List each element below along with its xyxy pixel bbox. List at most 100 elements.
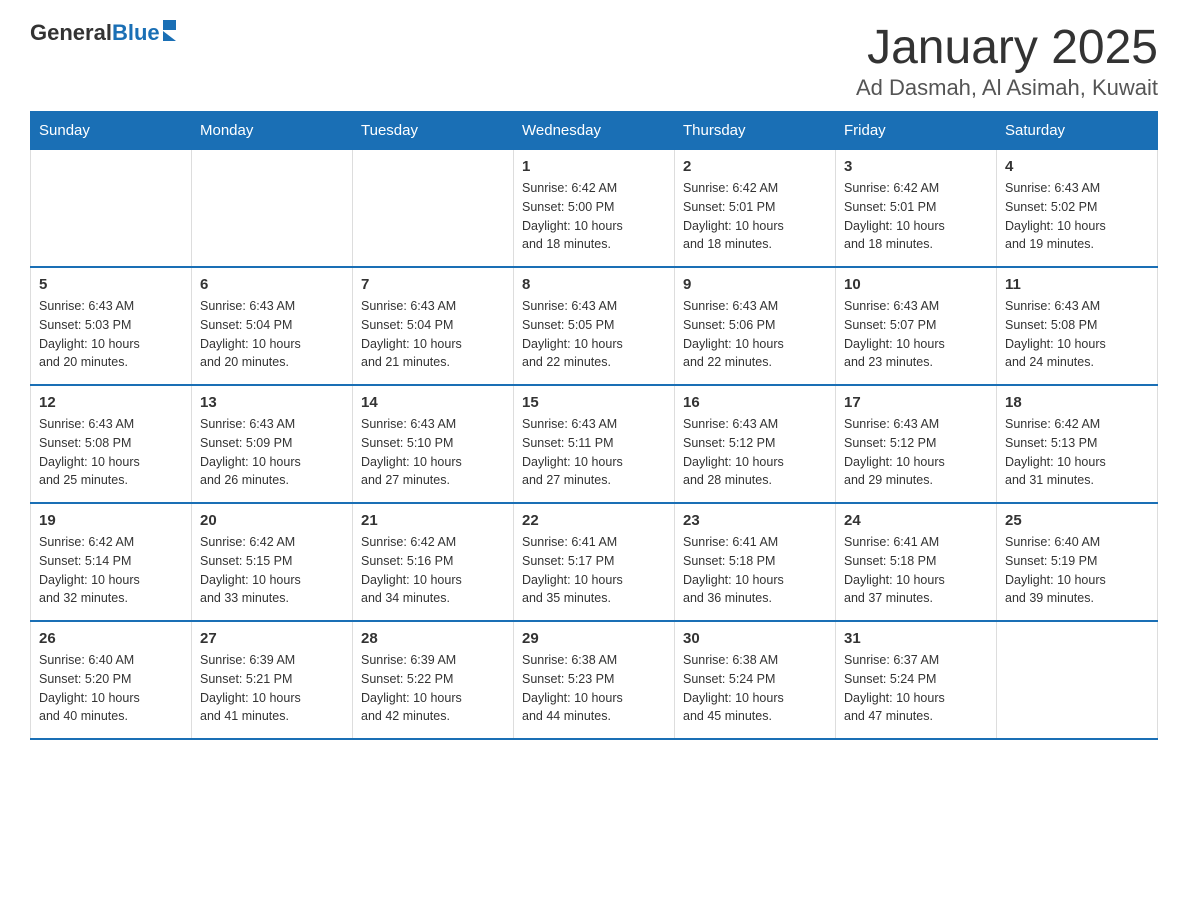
day-number: 29: [522, 630, 666, 647]
day-info: Sunrise: 6:42 AM Sunset: 5:15 PM Dayligh…: [200, 533, 344, 608]
day-info: Sunrise: 6:38 AM Sunset: 5:23 PM Dayligh…: [522, 651, 666, 726]
page-header: GeneralBlue January 2025 Ad Dasmah, Al A…: [30, 20, 1158, 101]
day-info: Sunrise: 6:42 AM Sunset: 5:01 PM Dayligh…: [683, 179, 827, 254]
day-info: Sunrise: 6:43 AM Sunset: 5:12 PM Dayligh…: [844, 415, 988, 490]
day-info: Sunrise: 6:43 AM Sunset: 5:11 PM Dayligh…: [522, 415, 666, 490]
day-number: 23: [683, 512, 827, 529]
calendar-cell: 6Sunrise: 6:43 AM Sunset: 5:04 PM Daylig…: [192, 267, 353, 385]
week-row-1: 1 Sunrise: 6:42 AM Sunset: 5:00 PM Daylig…: [31, 150, 1158, 268]
day-info: Sunrise: 6:43 AM Sunset: 5:03 PM Dayligh…: [39, 297, 183, 372]
calendar-cell: 22 Sunrise: 6:41 AM Sunset: 5:17 PM Dayli…: [514, 503, 675, 621]
day-number: 21: [361, 512, 505, 529]
header-wednesday: Wednesday: [514, 112, 675, 150]
day-number: 11: [1005, 276, 1149, 293]
week-row-2: 5 Sunrise: 6:43 AM Sunset: 5:03 PM Daylig…: [31, 267, 1158, 385]
header-saturday: Saturday: [997, 112, 1158, 150]
calendar-cell: 7 Sunrise: 6:43 AM Sunset: 5:04 PM Daylig…: [353, 267, 514, 385]
calendar-cell: 12 Sunrise: 6:43 AM Sunset: 5:08 PM Dayli…: [31, 385, 192, 503]
day-info: Sunrise: 6:39 AM Sunset: 5:22 PM Dayligh…: [361, 651, 505, 726]
day-number: 13: [200, 394, 344, 411]
calendar-cell: 1 Sunrise: 6:42 AM Sunset: 5:00 PM Daylig…: [514, 150, 675, 268]
calendar-cell: 5 Sunrise: 6:43 AM Sunset: 5:03 PM Daylig…: [31, 267, 192, 385]
day-info: Sunrise: 6:42 AM Sunset: 5:16 PM Dayligh…: [361, 533, 505, 608]
day-number: 22: [522, 512, 666, 529]
calendar-cell: 13 Sunrise: 6:43 AM Sunset: 5:09 PM Dayli…: [192, 385, 353, 503]
calendar-cell: 9 Sunrise: 6:43 AM Sunset: 5:06 PM Daylig…: [675, 267, 836, 385]
calendar-cell: 2 Sunrise: 6:42 AM Sunset: 5:01 PM Daylig…: [675, 150, 836, 268]
day-info: Sunrise: 6:43 AM Sunset: 5:07 PM Dayligh…: [844, 297, 988, 372]
day-number: 24: [844, 512, 988, 529]
day-number: 15: [522, 394, 666, 411]
calendar-cell: 11Sunrise: 6:43 AM Sunset: 5:08 PM Dayli…: [997, 267, 1158, 385]
day-number: 2: [683, 158, 827, 175]
calendar-cell: 28 Sunrise: 6:39 AM Sunset: 5:22 PM Dayli…: [353, 621, 514, 739]
calendar-title: January 2025: [856, 20, 1158, 75]
day-info: Sunrise: 6:43 AM Sunset: 5:04 PM Dayligh…: [361, 297, 505, 372]
day-info: Sunrise: 6:43 AM Sunset: 5:06 PM Dayligh…: [683, 297, 827, 372]
title-block: January 2025 Ad Dasmah, Al Asimah, Kuwai…: [856, 20, 1158, 101]
day-info: Sunrise: 6:42 AM Sunset: 5:13 PM Dayligh…: [1005, 415, 1149, 490]
day-info: Sunrise: 6:38 AM Sunset: 5:24 PM Dayligh…: [683, 651, 827, 726]
day-info: Sunrise: 6:43 AM Sunset: 5:09 PM Dayligh…: [200, 415, 344, 490]
header-friday: Friday: [836, 112, 997, 150]
day-number: 3: [844, 158, 988, 175]
calendar-cell: [997, 621, 1158, 739]
day-info: Sunrise: 6:43 AM Sunset: 5:12 PM Dayligh…: [683, 415, 827, 490]
day-info: Sunrise: 6:41 AM Sunset: 5:18 PM Dayligh…: [844, 533, 988, 608]
day-info: Sunrise: 6:41 AM Sunset: 5:18 PM Dayligh…: [683, 533, 827, 608]
calendar-subtitle: Ad Dasmah, Al Asimah, Kuwait: [856, 75, 1158, 101]
logo: GeneralBlue: [30, 20, 176, 46]
calendar-cell: [192, 150, 353, 268]
day-info: Sunrise: 6:43 AM Sunset: 5:10 PM Dayligh…: [361, 415, 505, 490]
day-number: 18: [1005, 394, 1149, 411]
day-number: 10: [844, 276, 988, 293]
day-info: Sunrise: 6:41 AM Sunset: 5:17 PM Dayligh…: [522, 533, 666, 608]
day-number: 28: [361, 630, 505, 647]
calendar-cell: 10 Sunrise: 6:43 AM Sunset: 5:07 PM Dayli…: [836, 267, 997, 385]
day-number: 31: [844, 630, 988, 647]
calendar-header-row: SundayMondayTuesdayWednesdayThursdayFrid…: [31, 112, 1158, 150]
day-number: 20: [200, 512, 344, 529]
calendar-cell: 23 Sunrise: 6:41 AM Sunset: 5:18 PM Dayli…: [675, 503, 836, 621]
calendar-cell: 31 Sunrise: 6:37 AM Sunset: 5:24 PM Dayli…: [836, 621, 997, 739]
day-number: 26: [39, 630, 183, 647]
calendar-cell: 18 Sunrise: 6:42 AM Sunset: 5:13 PM Dayli…: [997, 385, 1158, 503]
calendar-cell: 16 Sunrise: 6:43 AM Sunset: 5:12 PM Dayli…: [675, 385, 836, 503]
day-info: Sunrise: 6:43 AM Sunset: 5:02 PM Dayligh…: [1005, 179, 1149, 254]
calendar-cell: [353, 150, 514, 268]
day-number: 1: [522, 158, 666, 175]
calendar-cell: 15 Sunrise: 6:43 AM Sunset: 5:11 PM Dayli…: [514, 385, 675, 503]
day-number: 7: [361, 276, 505, 293]
day-number: 17: [844, 394, 988, 411]
calendar-cell: 29 Sunrise: 6:38 AM Sunset: 5:23 PM Dayli…: [514, 621, 675, 739]
header-tuesday: Tuesday: [353, 112, 514, 150]
day-number: 16: [683, 394, 827, 411]
day-info: Sunrise: 6:40 AM Sunset: 5:20 PM Dayligh…: [39, 651, 183, 726]
day-info: Sunrise: 6:40 AM Sunset: 5:19 PM Dayligh…: [1005, 533, 1149, 608]
calendar-table: SundayMondayTuesdayWednesdayThursdayFrid…: [30, 111, 1158, 740]
day-info: Sunrise: 6:42 AM Sunset: 5:00 PM Dayligh…: [522, 179, 666, 254]
calendar-cell: 4Sunrise: 6:43 AM Sunset: 5:02 PM Daylig…: [997, 150, 1158, 268]
calendar-cell: 27Sunrise: 6:39 AM Sunset: 5:21 PM Dayli…: [192, 621, 353, 739]
day-info: Sunrise: 6:37 AM Sunset: 5:24 PM Dayligh…: [844, 651, 988, 726]
day-number: 30: [683, 630, 827, 647]
calendar-cell: 20 Sunrise: 6:42 AM Sunset: 5:15 PM Dayli…: [192, 503, 353, 621]
day-number: 25: [1005, 512, 1149, 529]
calendar-cell: 19Sunrise: 6:42 AM Sunset: 5:14 PM Dayli…: [31, 503, 192, 621]
calendar-cell: 30 Sunrise: 6:38 AM Sunset: 5:24 PM Dayli…: [675, 621, 836, 739]
day-number: 5: [39, 276, 183, 293]
day-info: Sunrise: 6:43 AM Sunset: 5:08 PM Dayligh…: [39, 415, 183, 490]
calendar-cell: 21 Sunrise: 6:42 AM Sunset: 5:16 PM Dayli…: [353, 503, 514, 621]
week-row-4: 19Sunrise: 6:42 AM Sunset: 5:14 PM Dayli…: [31, 503, 1158, 621]
calendar-cell: 24 Sunrise: 6:41 AM Sunset: 5:18 PM Dayli…: [836, 503, 997, 621]
calendar-cell: 26 Sunrise: 6:40 AM Sunset: 5:20 PM Dayli…: [31, 621, 192, 739]
day-number: 8: [522, 276, 666, 293]
day-number: 12: [39, 394, 183, 411]
logo-text: GeneralBlue: [30, 20, 160, 46]
day-info: Sunrise: 6:42 AM Sunset: 5:14 PM Dayligh…: [39, 533, 183, 608]
day-info: Sunrise: 6:43 AM Sunset: 5:04 PM Dayligh…: [200, 297, 344, 372]
day-number: 9: [683, 276, 827, 293]
header-monday: Monday: [192, 112, 353, 150]
calendar-cell: 8Sunrise: 6:43 AM Sunset: 5:05 PM Daylig…: [514, 267, 675, 385]
week-row-3: 12 Sunrise: 6:43 AM Sunset: 5:08 PM Dayli…: [31, 385, 1158, 503]
